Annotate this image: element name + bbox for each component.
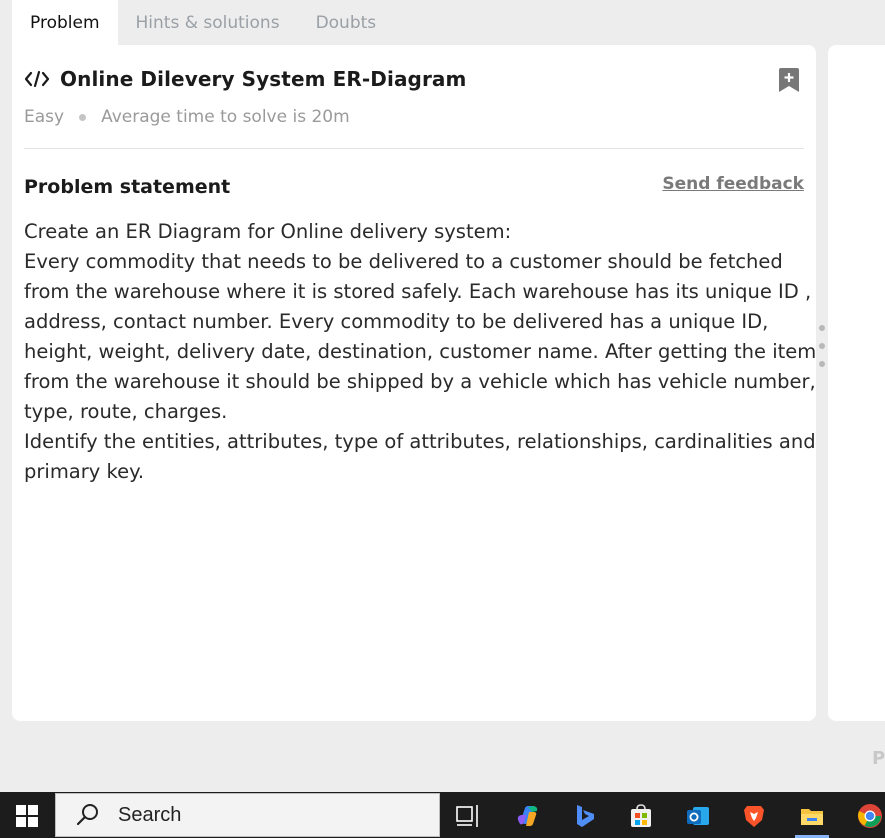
average-time-label: Average time to solve is 20m bbox=[101, 107, 350, 127]
right-panel bbox=[828, 45, 885, 721]
statement-line: from the warehouse it should be shipped … bbox=[24, 370, 816, 393]
taskbar-search-box[interactable]: Search bbox=[55, 793, 440, 837]
tab-doubts[interactable]: Doubts bbox=[298, 0, 395, 45]
windows-start-icon[interactable] bbox=[16, 805, 38, 827]
statement-line: primary key. bbox=[24, 460, 145, 483]
statement-line: type, route, charges. bbox=[24, 400, 228, 423]
problem-statement: Create an ER Diagram for Online delivery… bbox=[24, 217, 817, 487]
bing-icon[interactable] bbox=[572, 803, 598, 829]
problem-meta: Easy Average time to solve is 20m bbox=[24, 107, 350, 127]
copilot-icon[interactable] bbox=[514, 803, 540, 829]
divider bbox=[24, 148, 804, 149]
microsoft-store-icon[interactable] bbox=[628, 803, 654, 829]
task-view-icon[interactable] bbox=[455, 803, 481, 829]
right-panel-partial-text: P bbox=[872, 748, 885, 769]
handle-dot bbox=[819, 361, 825, 367]
outlook-icon[interactable] bbox=[685, 803, 711, 829]
problem-card: Online Dilevery System ER-Diagram Easy A… bbox=[12, 45, 816, 721]
tab-hints-solutions[interactable]: Hints & solutions bbox=[118, 0, 298, 45]
brave-browser-icon[interactable] bbox=[741, 803, 767, 829]
handle-dot bbox=[819, 325, 825, 331]
panel-resize-handle[interactable] bbox=[819, 325, 825, 379]
statement-line: Every commodity that needs to be deliver… bbox=[24, 250, 783, 273]
statement-line: address, contact number. Every commodity… bbox=[24, 310, 769, 333]
separator-dot bbox=[79, 113, 87, 121]
bookmark-add-icon[interactable] bbox=[777, 67, 801, 93]
search-label: Search bbox=[118, 803, 182, 826]
send-feedback-link[interactable]: Send feedback bbox=[662, 174, 804, 194]
file-explorer-icon[interactable] bbox=[799, 803, 825, 829]
tab-problem[interactable]: Problem bbox=[12, 0, 118, 45]
chrome-icon[interactable] bbox=[857, 803, 883, 829]
statement-line: Identify the entities, attributes, type … bbox=[24, 430, 816, 453]
problem-title-row: Online Dilevery System ER-Diagram bbox=[24, 67, 466, 91]
statement-line: Create an ER Diagram for Online delivery… bbox=[24, 220, 512, 243]
problem-statement-heading: Problem statement bbox=[24, 176, 231, 198]
windows-taskbar: Search bbox=[0, 792, 885, 838]
statement-line: from the warehouse where it is stored sa… bbox=[24, 280, 812, 303]
problem-tabs: Problem Hints & solutions Doubts bbox=[12, 0, 394, 45]
problem-title: Online Dilevery System ER-Diagram bbox=[60, 67, 467, 91]
handle-dot bbox=[819, 343, 825, 349]
search-icon bbox=[76, 804, 98, 826]
difficulty-label: Easy bbox=[24, 107, 65, 127]
statement-line: height, weight, delivery date, destinati… bbox=[24, 340, 817, 363]
code-icon bbox=[24, 70, 50, 88]
